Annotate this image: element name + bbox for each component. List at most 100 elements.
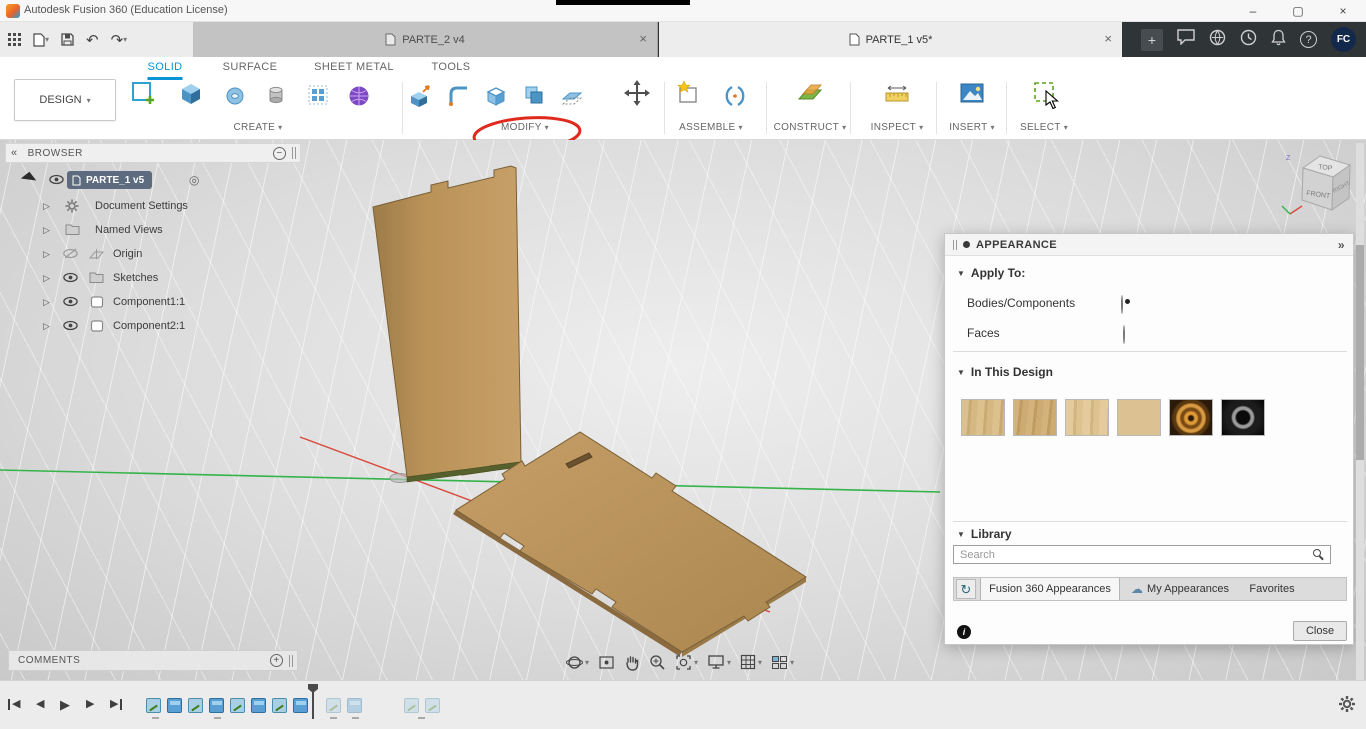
comments-expand-icon[interactable]: + — [270, 654, 283, 667]
appearance-search-input[interactable] — [953, 545, 1331, 564]
timeline-feature-suppressed[interactable] — [404, 698, 419, 713]
in-this-design-section[interactable]: ▼ In This Design — [957, 365, 1053, 379]
new-design-tab-button[interactable]: + — [1141, 28, 1163, 51]
pan-hand-icon[interactable] — [624, 654, 640, 671]
visibility-eye-icon[interactable] — [63, 296, 78, 310]
browser-panel-header[interactable]: « BROWSER − — [5, 143, 301, 163]
dock-panel-icon[interactable]: » — [1338, 238, 1345, 252]
extrude-icon[interactable] — [178, 80, 204, 111]
timeline-feature-sketch[interactable] — [188, 698, 203, 713]
undo-icon[interactable]: ↶ — [86, 31, 99, 49]
timeline-feature-extrude[interactable] — [209, 698, 224, 713]
tab-my-appearances[interactable]: ☁ My Appearances — [1122, 578, 1238, 600]
comments-bubble-icon[interactable] — [1177, 29, 1195, 50]
viewports-icon[interactable]: ▾ — [771, 655, 794, 670]
timeline-feature-extrude[interactable] — [167, 698, 182, 713]
group-label-create[interactable]: CREATE ▾ — [234, 120, 283, 134]
browser-minimize-icon[interactable]: − — [273, 146, 286, 160]
group-label-inspect[interactable]: INSPECT ▾ — [871, 120, 924, 134]
browser-row-component1[interactable]: ▷ Component1:1 — [5, 292, 301, 312]
construct-plane-icon[interactable] — [797, 80, 823, 111]
orbit-icon[interactable]: ▾ — [566, 654, 589, 671]
timeline-feature-suppressed[interactable] — [326, 698, 341, 713]
clock-history-icon[interactable] — [1240, 29, 1257, 51]
apply-to-section[interactable]: ▼ Apply To: — [957, 266, 1025, 280]
hole-icon[interactable] — [265, 84, 287, 111]
look-at-icon[interactable] — [598, 654, 615, 671]
browser-row-sketches[interactable]: ▷ Sketches — [5, 268, 301, 288]
radio-faces[interactable] — [1123, 325, 1125, 344]
browser-root-row[interactable]: PARTE_1 v5 ◎ — [5, 170, 301, 190]
timeline-feature-sketch[interactable] — [146, 698, 161, 713]
revolve-icon[interactable] — [224, 84, 246, 111]
ribbon-tab-surface[interactable]: SURFACE — [223, 61, 278, 77]
redo-icon[interactable]: ↷ ▾ — [111, 31, 128, 49]
timeline-go-to-start-button[interactable]: ◀ — [8, 695, 20, 713]
app-grid-icon[interactable] — [8, 33, 21, 46]
combine-icon[interactable] — [523, 84, 545, 111]
timeline-feature-extrude[interactable] — [293, 698, 308, 713]
visibility-eye-icon[interactable] — [63, 320, 78, 334]
standing-panel-body[interactable] — [372, 165, 522, 483]
active-document-badge[interactable]: PARTE_1 v5 — [67, 171, 153, 189]
job-status-icon[interactable] — [1209, 29, 1226, 51]
swirl-material-swatch[interactable] — [1169, 399, 1213, 436]
ribbon-tab-tools[interactable]: TOOLS — [431, 61, 470, 77]
visibility-eye-icon[interactable] — [63, 272, 78, 286]
group-label-assemble[interactable]: ASSEMBLE ▾ — [679, 120, 743, 134]
minimize-button[interactable]: – — [1238, 0, 1268, 22]
tab-favorites[interactable]: Favorites — [1240, 578, 1304, 600]
wood-swatch-1[interactable] — [961, 399, 1005, 436]
browser-row-origin[interactable]: ▷ Origin — [5, 244, 301, 264]
timeline-step-forward-button[interactable]: ▶ — [86, 695, 94, 713]
group-label-modify[interactable]: MODIFY ▾ — [501, 120, 549, 134]
ribbon-tab-solid[interactable]: SOLID — [147, 61, 183, 80]
file-menu-icon[interactable]: ▾ — [33, 32, 49, 47]
browser-row-named-views[interactable]: ▷ Named Views — [5, 220, 301, 240]
wood-swatch-3[interactable] — [1065, 399, 1109, 436]
timeline-feature-sketch[interactable] — [272, 698, 287, 713]
info-icon[interactable]: i — [957, 625, 971, 639]
insert-image-icon[interactable] — [959, 80, 985, 111]
form-icon[interactable] — [347, 84, 371, 113]
timeline-play-button[interactable]: ▶ — [60, 695, 70, 713]
close-window-button[interactable]: × — [1328, 0, 1358, 22]
group-label-construct[interactable]: CONSTRUCT ▾ — [774, 120, 847, 134]
visibility-eye-icon[interactable] — [49, 174, 64, 188]
close-dialog-button[interactable]: Close — [1293, 621, 1347, 641]
timeline-playhead-handle[interactable] — [308, 684, 318, 693]
grid-settings-icon[interactable]: ▾ — [740, 654, 762, 670]
select-icon[interactable] — [1032, 80, 1058, 111]
refresh-library-icon[interactable]: ↻ — [956, 579, 976, 599]
dark-ring-material-swatch[interactable] — [1221, 399, 1265, 436]
wood-swatch-4[interactable] — [1117, 399, 1161, 436]
display-settings-icon[interactable]: ▾ — [707, 654, 731, 670]
timeline-feature-suppressed[interactable] — [347, 698, 362, 713]
comments-bar[interactable]: COMMENTS + — [8, 650, 298, 671]
view-cube[interactable]: TOP FRONT RIGHT Z — [1278, 148, 1366, 232]
user-avatar[interactable]: FC — [1331, 27, 1356, 52]
zoom-icon[interactable] — [649, 654, 666, 671]
timeline-go-to-end-button[interactable]: ▶ — [110, 695, 123, 713]
create-sketch-icon[interactable] — [130, 80, 156, 111]
ribbon-tab-sheet-metal[interactable]: SHEET METAL — [314, 61, 394, 77]
library-section[interactable]: ▼ Library — [957, 527, 1012, 541]
tab-close-icon[interactable]: × — [639, 31, 647, 46]
wood-swatch-2[interactable] — [1013, 399, 1057, 436]
tab-close-icon[interactable]: × — [1104, 31, 1112, 46]
joint-icon[interactable] — [723, 84, 747, 113]
browser-drag-handle[interactable] — [292, 147, 296, 159]
timeline-settings-gear-icon[interactable] — [1338, 695, 1356, 718]
activate-radio-icon[interactable]: ◎ — [189, 173, 199, 187]
notifications-bell-icon[interactable] — [1271, 29, 1286, 51]
save-icon[interactable] — [61, 33, 74, 46]
scrollbar-thumb[interactable] — [1356, 245, 1364, 460]
press-pull-icon[interactable] — [408, 84, 432, 113]
timeline-feature-sketch[interactable] — [230, 698, 245, 713]
browser-row-component2[interactable]: ▷ Component2:1 — [5, 316, 301, 336]
dialog-drag-handle[interactable] — [953, 239, 957, 250]
shell-icon[interactable] — [485, 84, 507, 111]
visibility-eye-icon[interactable] — [63, 248, 78, 262]
new-component-icon[interactable] — [675, 80, 701, 111]
document-tab-parte1[interactable]: PARTE_1 v5* × — [659, 22, 1122, 57]
